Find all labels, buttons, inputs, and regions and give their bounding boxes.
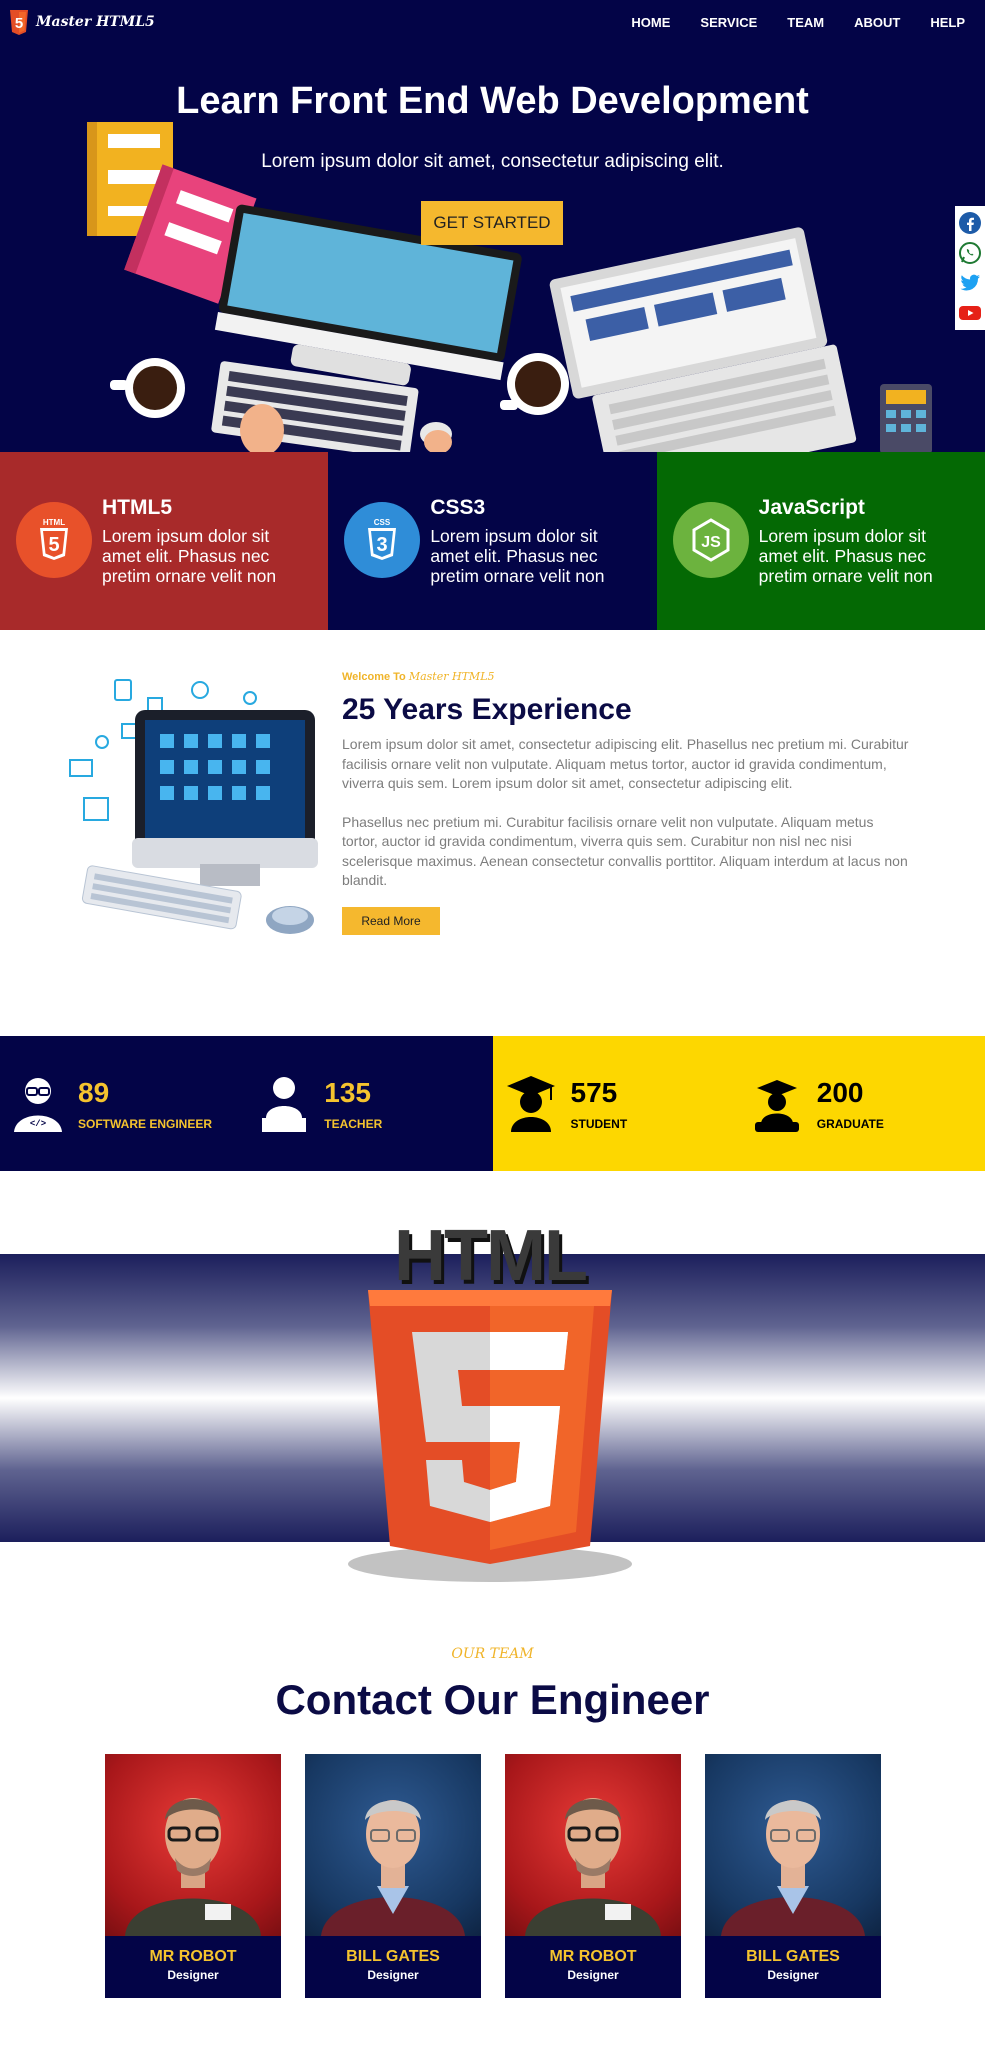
- team-card[interactable]: MR ROBOT Designer: [505, 1754, 681, 1998]
- feature-text: Lorem ipsum dolor sit amet elit. Phasus …: [102, 526, 277, 586]
- stat-label: SOFTWARE ENGINEER: [78, 1116, 213, 1131]
- about-title: 25 Years Experience: [342, 693, 632, 726]
- feature-boxes: HTML 5 HTML5 Lorem ipsum dolor sit amet …: [0, 452, 985, 630]
- feature-javascript: JS JavaScript Lorem ipsum dolor sit amet…: [656, 452, 985, 630]
- member-role: Designer: [767, 1968, 819, 1982]
- hero-title: Learn Front End Web Development: [176, 80, 809, 122]
- stat-number: 200: [816, 1076, 864, 1108]
- stat-number: 135: [324, 1076, 371, 1108]
- stat-number: 575: [570, 1076, 618, 1108]
- svg-text:HTML: HTML: [43, 518, 65, 527]
- nodejs-icon: JS: [672, 502, 749, 578]
- stat-software-engineer: </> 89 SOFTWARE ENGINEER: [0, 1036, 246, 1171]
- team-eyebrow: OUR TEAM: [451, 1646, 534, 1662]
- welcome-brand: Master HTML5: [408, 670, 495, 683]
- youtube-icon[interactable]: [957, 300, 983, 326]
- member-photo: [505, 1754, 681, 1936]
- svg-text:5: 5: [15, 15, 23, 32]
- feature-title: HTML5: [102, 496, 172, 519]
- member-role: Designer: [367, 1968, 419, 1982]
- feature-title: CSS3: [430, 496, 486, 519]
- svg-text:3: 3: [377, 534, 388, 556]
- nav-item-team[interactable]: TEAM: [787, 15, 824, 30]
- engineer-icon: </>: [14, 1077, 62, 1132]
- team-card[interactable]: MR ROBOT Designer: [105, 1754, 281, 1998]
- html-wordmark-shadow: HTML: [394, 1220, 586, 1296]
- css3-icon: CSS 3: [344, 502, 421, 578]
- about-paragraph-1: Lorem ipsum dolor sit amet, consectetur …: [342, 736, 909, 791]
- hero-section: Learn Front End Web Development Lorem ip…: [0, 0, 985, 452]
- svg-text:JS: JS: [701, 534, 721, 551]
- twitter-icon[interactable]: [957, 270, 983, 296]
- stat-teacher: 135 TEACHER: [246, 1036, 492, 1171]
- stats-right: 575 STUDENT 200 GRADUATE: [492, 1036, 985, 1171]
- graduate-icon: [754, 1079, 799, 1132]
- feature-text: Lorem ipsum dolor sit amet elit. Phasus …: [758, 526, 933, 586]
- whatsapp-icon[interactable]: [957, 240, 983, 266]
- brand-logo[interactable]: 5 Master HTML5: [8, 7, 155, 37]
- social-sidebar: [955, 206, 985, 330]
- svg-text:</>: </>: [30, 1119, 46, 1129]
- student-icon: [506, 1075, 555, 1132]
- about-section: Welcome To Master HTML5 25 Years Experie…: [342, 670, 912, 935]
- team-title: Contact Our Engineer: [275, 1676, 710, 1723]
- computer-illustration: [69, 679, 318, 934]
- member-name: BILL GATES: [346, 1948, 440, 1965]
- teacher-icon: [262, 1076, 307, 1132]
- feature-title: JavaScript: [758, 496, 865, 519]
- stat-number: 89: [78, 1076, 110, 1108]
- nav-item-home[interactable]: HOME: [631, 15, 670, 30]
- stats-left: </> 89 SOFTWARE ENGINEER 135 TEACHER: [0, 1036, 493, 1171]
- nav-menu: HOME SERVICE TEAM ABOUT HELP: [631, 15, 977, 30]
- page: Learn Front End Web Development Lorem ip…: [0, 0, 985, 2048]
- feature-css3: CSS 3 CSS3 Lorem ipsum dolor sit amet el…: [328, 452, 657, 630]
- about-paragraph-2: Phasellus nec pretium mi. Curabitur faci…: [342, 813, 908, 889]
- facebook-icon[interactable]: [957, 210, 983, 236]
- member-role: Designer: [167, 1968, 219, 1982]
- member-name: MR ROBOT: [149, 1948, 237, 1965]
- welcome-eyebrow: Welcome To Master HTML5: [342, 670, 912, 683]
- welcome-text: Welcome To: [342, 671, 406, 683]
- member-role: Designer: [567, 1968, 619, 1982]
- member-photo: [105, 1754, 281, 1936]
- nav-item-help[interactable]: HELP: [930, 15, 965, 30]
- member-photo: [305, 1754, 481, 1936]
- stat-graduate: 200 GRADUATE: [739, 1036, 985, 1171]
- svg-text:5: 5: [48, 534, 59, 556]
- stat-student: 575 STUDENT: [493, 1036, 739, 1171]
- team-cards: MR ROBOT Designer BILL GATES Designer MR…: [105, 1754, 881, 1998]
- brand-name: Master HTML5: [36, 14, 155, 30]
- member-name: MR ROBOT: [549, 1948, 637, 1965]
- member-photo: [705, 1754, 881, 1936]
- nav-item-service[interactable]: SERVICE: [700, 15, 757, 30]
- feature-text: Lorem ipsum dolor sit amet elit. Phasus …: [430, 526, 605, 586]
- svg-text:CSS: CSS: [374, 518, 391, 527]
- read-more-button[interactable]: Read More: [342, 906, 440, 935]
- nav-item-about[interactable]: ABOUT: [854, 15, 900, 30]
- html5-shield-icon: 5: [10, 10, 28, 35]
- feature-html5: HTML 5 HTML5 Lorem ipsum dolor sit amet …: [0, 452, 329, 630]
- top-navbar: 5 Master HTML5 HOME SERVICE TEAM ABOUT H…: [0, 0, 985, 44]
- html5-icon: HTML 5: [16, 502, 92, 578]
- stat-label: TEACHER: [324, 1116, 383, 1131]
- member-name: BILL GATES: [746, 1948, 840, 1965]
- stat-label: GRADUATE: [816, 1116, 884, 1131]
- team-card[interactable]: BILL GATES Designer: [305, 1754, 481, 1998]
- hero-subtitle: Lorem ipsum dolor sit amet, consectetur …: [261, 151, 724, 172]
- team-card[interactable]: BILL GATES Designer: [705, 1754, 881, 1998]
- html5-logo-3d: HTML HTML: [348, 1220, 632, 1582]
- stats-bar: </> 89 SOFTWARE ENGINEER 135 TEACHER 575…: [0, 1036, 985, 1171]
- stat-label: STUDENT: [570, 1116, 628, 1131]
- get-started-button[interactable]: GET STARTED: [421, 201, 563, 245]
